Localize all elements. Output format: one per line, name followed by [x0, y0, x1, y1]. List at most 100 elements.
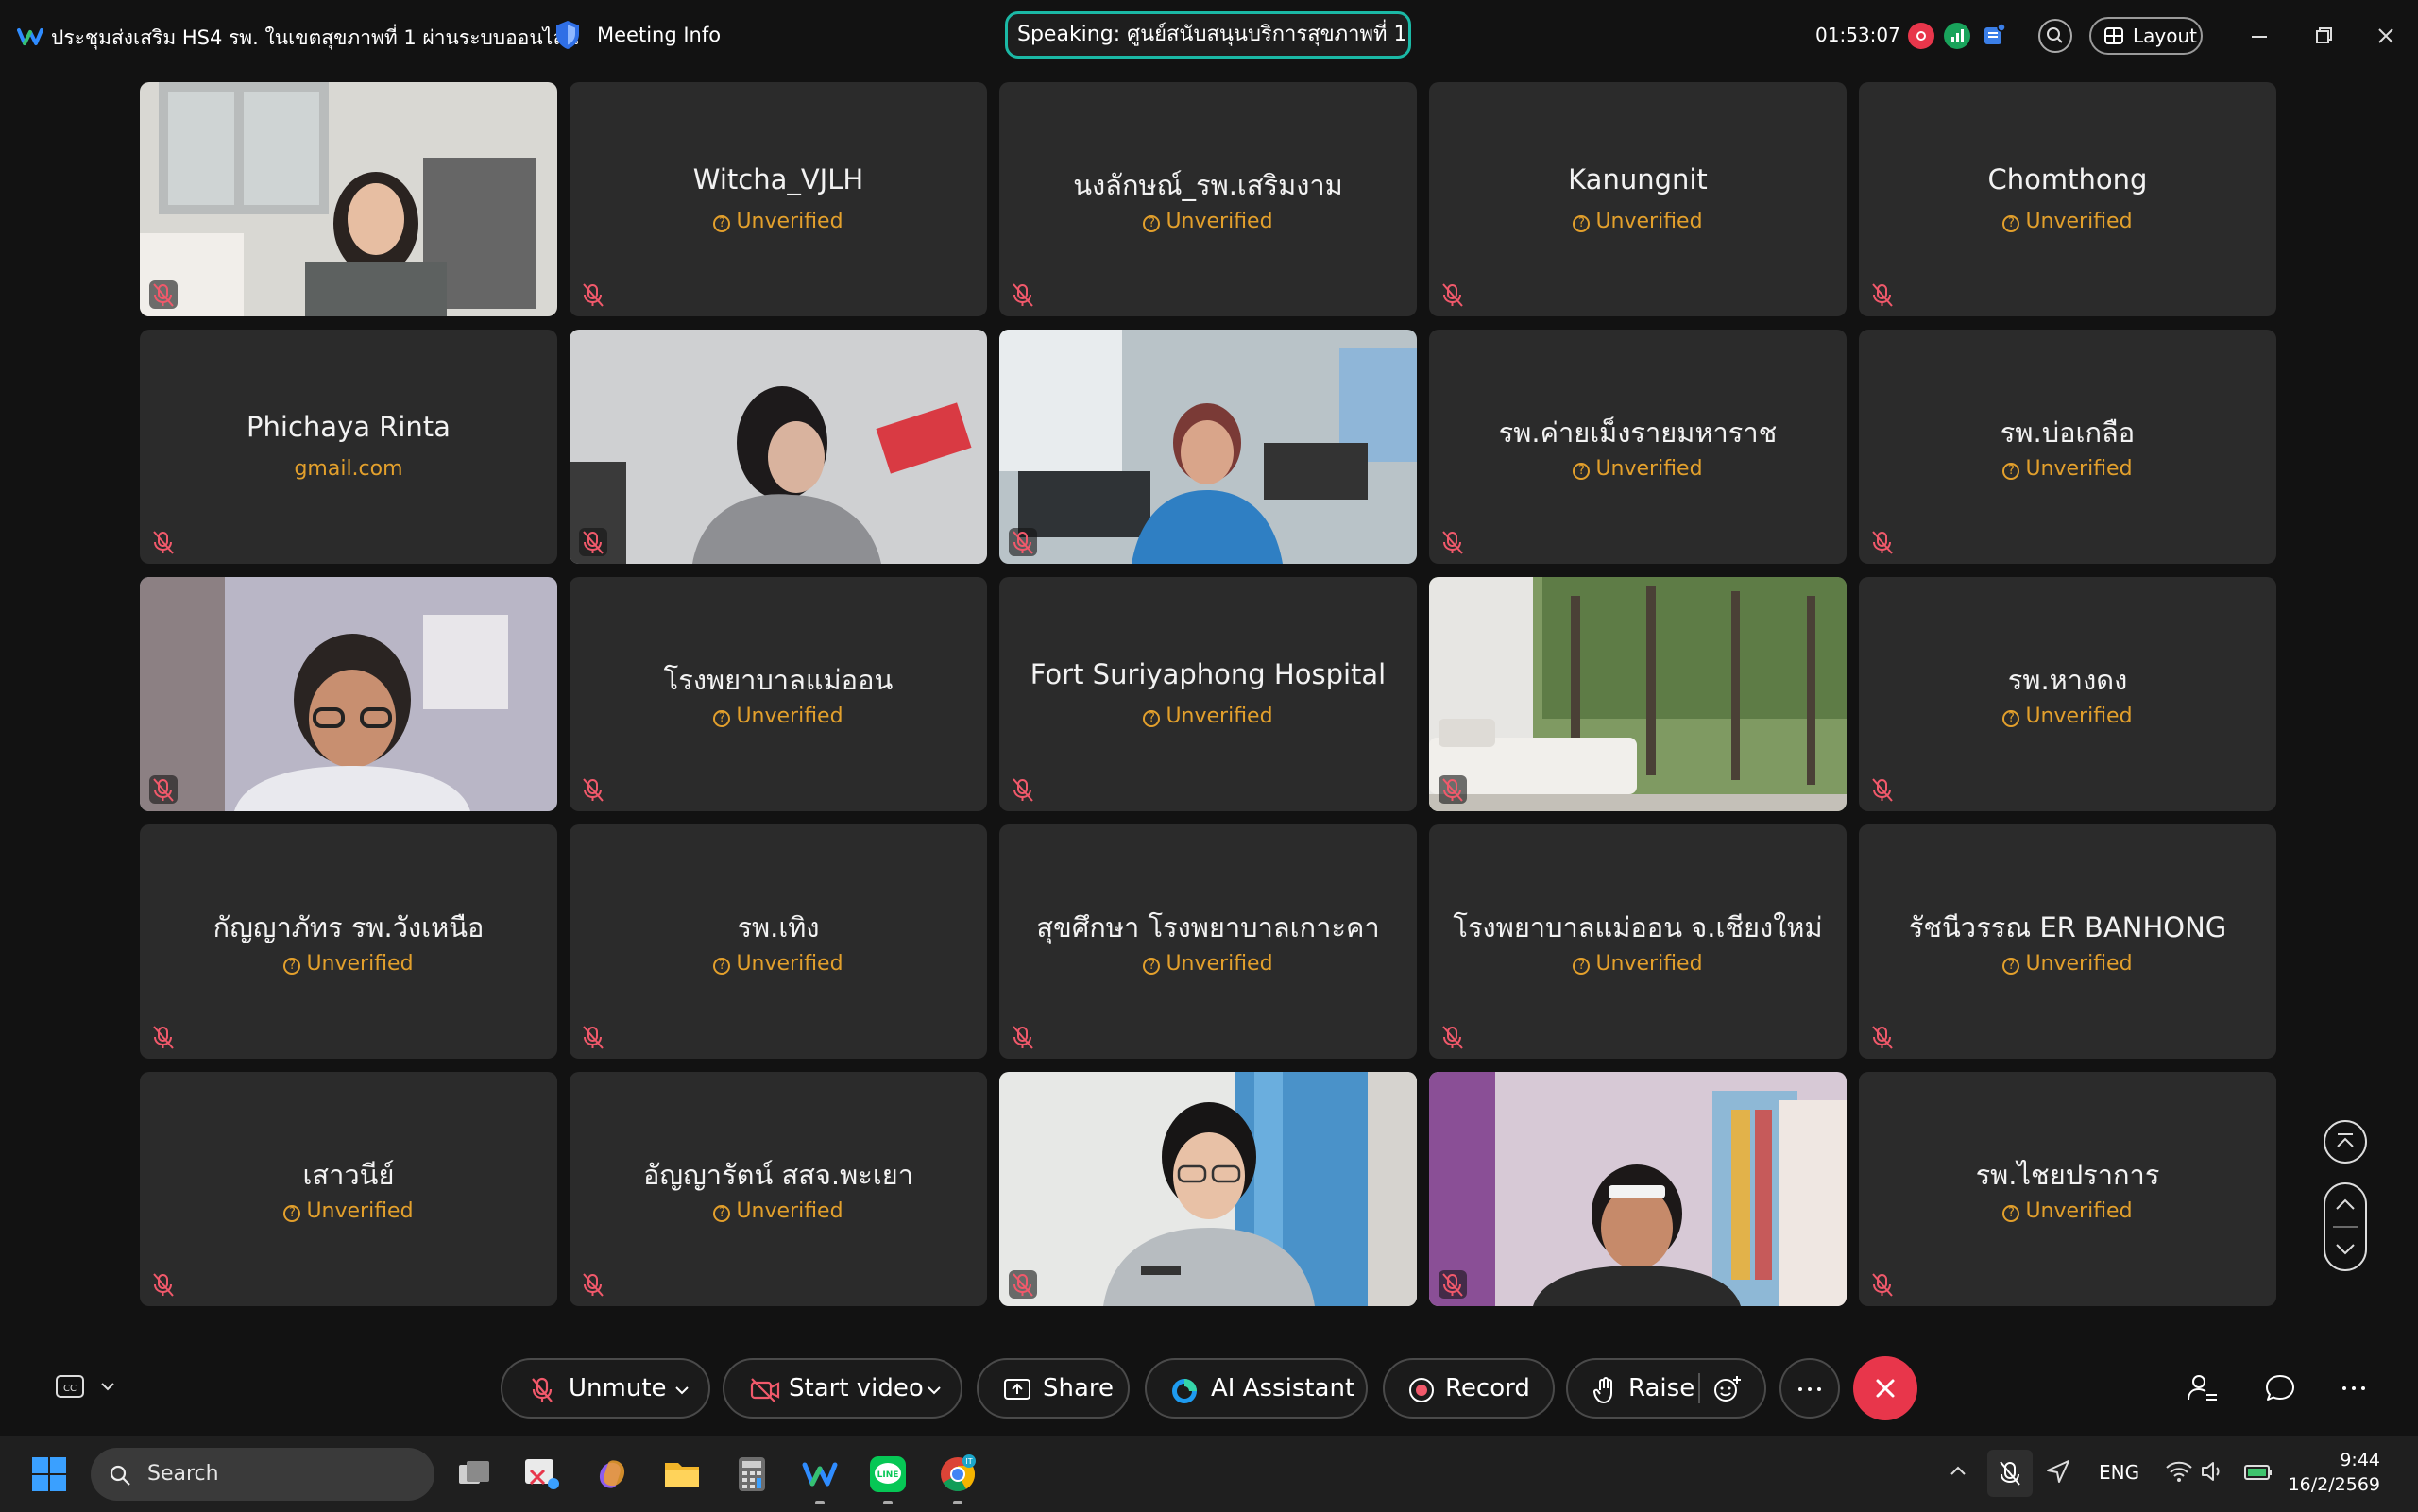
restore-icon[interactable]: [2305, 17, 2342, 55]
participant-tile[interactable]: โรงพยาบาลแม่ออน จ.เชียงใหม่? Unverified: [1429, 824, 1847, 1059]
participant-name: รพ.บ่อเกลือ: [2000, 416, 2136, 449]
close-icon: [1876, 1379, 1895, 1398]
share-button[interactable]: Share: [977, 1358, 1130, 1419]
participant-name: เสาวนีย์: [302, 1159, 395, 1191]
share-screen-icon: [1004, 1379, 1030, 1400]
participant-tile[interactable]: อัญญารัตน์ สสจ.พะเยา? Unverified: [570, 1072, 987, 1306]
participant-tile[interactable]: กัญญาภัทร รพ.วังเหนือ? Unverified: [140, 824, 557, 1059]
participant-video: [1429, 577, 1847, 811]
reactions-icon[interactable]: [1711, 1373, 1744, 1405]
chrome-icon[interactable]: IT: [937, 1453, 979, 1495]
closed-captions-icon[interactable]: CC: [55, 1373, 121, 1402]
leave-meeting-button[interactable]: [1853, 1356, 1917, 1420]
participant-tile[interactable]: [140, 577, 557, 811]
unverified-icon: ?: [1143, 958, 1161, 975]
participant-tile[interactable]: [1429, 577, 1847, 811]
location-icon[interactable]: [2042, 1455, 2074, 1487]
start-video-button[interactable]: Start video: [723, 1358, 962, 1419]
participant-video: [1429, 1072, 1847, 1306]
participant-status-text: Unverified: [736, 210, 843, 233]
participant-status: ? Unverified: [1859, 210, 2276, 233]
svg-text:CC: CC: [63, 1384, 77, 1394]
chevron-down-icon[interactable]: [673, 1381, 691, 1400]
participant-tile[interactable]: รพ.บ่อเกลือ? Unverified: [1859, 330, 2276, 564]
os-taskbar: Search LINE IT ENG 9:44 16/2/2569: [0, 1436, 2418, 1512]
scroll-to-top-button[interactable]: [2324, 1120, 2367, 1164]
mic-muted-icon: [1439, 1023, 1467, 1051]
shield-icon[interactable]: [553, 19, 582, 51]
minimize-icon[interactable]: [2240, 17, 2278, 55]
mic-muted-icon: [1009, 1023, 1037, 1051]
participant-tile[interactable]: Witcha_VJLH? Unverified: [570, 82, 987, 316]
participant-tile[interactable]: Kanungnit? Unverified: [1429, 82, 1847, 316]
unmute-button[interactable]: Unmute: [501, 1358, 710, 1419]
participant-tile[interactable]: [1429, 1072, 1847, 1306]
line-app-icon[interactable]: LINE: [867, 1453, 909, 1495]
participant-tile[interactable]: รัชนีวรรณ ER BANHONG? Unverified: [1859, 824, 2276, 1059]
page-scroll-control[interactable]: [2324, 1182, 2367, 1271]
meeting-notes-icon[interactable]: [1982, 23, 2006, 47]
ai-assistant-label: AI Assistant: [1211, 1374, 1355, 1402]
chevron-up-down-icon: [2333, 1198, 2358, 1255]
chevron-up-icon[interactable]: [1942, 1455, 1974, 1487]
input-language[interactable]: ENG: [2099, 1461, 2139, 1484]
meeting-info-link[interactable]: Meeting Info: [597, 24, 721, 46]
calculator-icon[interactable]: [731, 1453, 773, 1495]
participant-tile[interactable]: โรงพยาบาลแม่ออน? Unverified: [570, 577, 987, 811]
ai-assistant-icon: [1172, 1379, 1197, 1403]
file-explorer-icon[interactable]: [661, 1453, 703, 1495]
more-panels-icon[interactable]: [2337, 1371, 2371, 1405]
participant-tile[interactable]: [570, 330, 987, 564]
close-window-icon[interactable]: [2367, 17, 2405, 55]
participant-tile[interactable]: สุขศึกษา โรงพยาบาลเกาะคา? Unverified: [999, 824, 1417, 1059]
participant-tile[interactable]: Chomthong? Unverified: [1859, 82, 2276, 316]
participant-status: ? Unverified: [1859, 952, 2276, 976]
participant-tile[interactable]: [140, 82, 557, 316]
unverified-icon: ?: [1573, 215, 1591, 232]
volume-icon[interactable]: [2197, 1455, 2229, 1487]
chat-icon[interactable]: [2263, 1371, 2297, 1405]
recording-indicator-icon[interactable]: [1908, 23, 1934, 49]
participant-tile[interactable]: เสาวนีย์? Unverified: [140, 1072, 557, 1306]
raise-hand-button[interactable]: Raise: [1566, 1358, 1766, 1419]
record-button[interactable]: Record: [1383, 1358, 1555, 1419]
raise-hand-icon: [1593, 1377, 1612, 1403]
snipping-tool-icon[interactable]: [521, 1453, 563, 1495]
mic-tray-button[interactable]: [1987, 1450, 2033, 1497]
participant-tile[interactable]: รพ.หางดง? Unverified: [1859, 577, 2276, 811]
participant-tile[interactable]: รพ.เทิง? Unverified: [570, 824, 987, 1059]
task-view-icon[interactable]: [453, 1453, 495, 1495]
unverified-icon: ?: [2002, 215, 2020, 232]
network-status-icon[interactable]: [1944, 23, 1970, 49]
unverified-icon: ?: [2002, 710, 2020, 727]
participant-tile[interactable]: [999, 1072, 1417, 1306]
chevron-down-icon[interactable]: [925, 1381, 944, 1400]
participant-tile[interactable]: [999, 330, 1417, 564]
participant-tile[interactable]: Fort Suriyaphong Hospital? Unverified: [999, 577, 1417, 811]
participant-tile[interactable]: รพ.ไชยปราการ? Unverified: [1859, 1072, 2276, 1306]
participant-status: ? Unverified: [1429, 457, 1847, 481]
participant-name: Kanungnit: [1568, 163, 1708, 195]
participant-name: รพ.เทิง: [737, 911, 820, 943]
participant-status-text: Unverified: [736, 952, 843, 976]
unverified-icon: ?: [713, 710, 731, 727]
participant-tile[interactable]: รพ.ค่ายเม็งรายมหาราช? Unverified: [1429, 330, 1847, 564]
windows-start-icon[interactable]: [30, 1455, 68, 1493]
layout-button[interactable]: Layout: [2089, 17, 2203, 55]
ai-assistant-button[interactable]: AI Assistant: [1145, 1358, 1368, 1419]
more-options-button[interactable]: [1779, 1358, 1840, 1419]
meeting-timer: 01:53:07: [1815, 24, 1900, 46]
wifi-icon[interactable]: [2163, 1455, 2195, 1487]
copilot-icon[interactable]: [591, 1453, 633, 1495]
system-clock[interactable]: 9:44 16/2/2569: [2229, 1448, 2380, 1497]
mic-muted-icon: [532, 1377, 553, 1402]
mic-muted-icon: [579, 1270, 607, 1299]
svg-text:LINE: LINE: [877, 1470, 899, 1480]
taskbar-search[interactable]: Search: [91, 1448, 434, 1501]
clock-date: 16/2/2569: [2288, 1474, 2380, 1495]
participant-tile[interactable]: Phichaya Rinta gmail.com: [140, 330, 557, 564]
participant-tile[interactable]: นงลักษณ์_รพ.เสริมงาม? Unverified: [999, 82, 1417, 316]
participants-icon[interactable]: [2186, 1371, 2220, 1405]
zoom-view-button[interactable]: [2038, 19, 2072, 53]
webex-app-icon[interactable]: [799, 1453, 841, 1495]
